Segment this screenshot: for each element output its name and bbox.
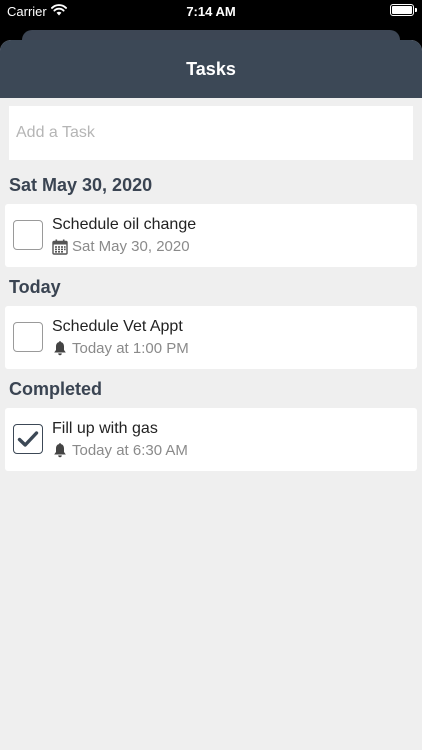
task-title: Fill up with gas bbox=[52, 420, 158, 437]
battery-icon bbox=[390, 4, 417, 16]
task-reminder: Today at 6:30 AM bbox=[72, 442, 188, 459]
task-meta: Today at 6:30 AM bbox=[52, 442, 188, 459]
task-title: Schedule Vet Appt bbox=[52, 318, 183, 335]
task-row[interactable]: Schedule oil change Sat May 30, 2020 bbox=[5, 204, 417, 267]
section-header-date: Sat May 30, 2020 bbox=[9, 175, 153, 195]
task-checkbox[interactable] bbox=[13, 322, 43, 352]
page-title: Tasks bbox=[186, 58, 236, 79]
task-due-date: Sat May 30, 2020 bbox=[72, 238, 190, 255]
bell-icon bbox=[52, 443, 68, 459]
task-meta: Sat May 30, 2020 bbox=[52, 238, 190, 255]
task-checkbox-checked[interactable] bbox=[13, 424, 43, 454]
tasks-sheet: Tasks Sat May 30, 2020 Schedule oil chan… bbox=[0, 40, 422, 750]
status-time: 7:14 AM bbox=[186, 4, 236, 19]
task-reminder: Today at 1:00 PM bbox=[72, 340, 189, 357]
bell-icon bbox=[52, 341, 68, 357]
task-meta: Today at 1:00 PM bbox=[52, 340, 189, 357]
status-bar: Carrier 7:14 AM bbox=[0, 0, 422, 24]
add-task-input[interactable] bbox=[9, 106, 413, 160]
nav-header: Tasks bbox=[0, 40, 422, 98]
checkmark-icon bbox=[17, 431, 39, 447]
task-title: Schedule oil change bbox=[52, 216, 197, 233]
section-header-today: Today bbox=[9, 277, 61, 297]
task-row[interactable]: Fill up with gas Today at 6:30 AM bbox=[5, 408, 417, 471]
section-header-completed: Completed bbox=[9, 379, 103, 399]
task-row[interactable]: Schedule Vet Appt Today at 1:00 PM bbox=[5, 306, 417, 369]
calendar-icon bbox=[52, 239, 68, 255]
task-checkbox[interactable] bbox=[13, 220, 43, 250]
